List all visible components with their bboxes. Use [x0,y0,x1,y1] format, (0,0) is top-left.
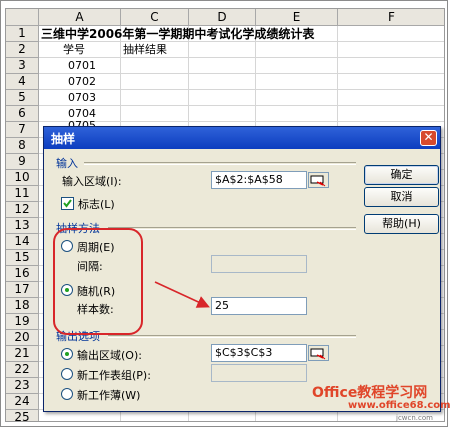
column-header-a[interactable]: A [39,9,121,26]
row-header[interactable]: 13 [6,218,39,234]
watermark: Office教程学习网 www.office68.com jcwcn.com [312,382,450,424]
sampling-separator [108,227,356,230]
row-header[interactable]: 4 [6,74,39,90]
close-icon: ✕ [423,130,434,144]
input-separator [84,162,356,165]
row-header[interactable]: 15 [6,250,39,266]
interval-field[interactable] [211,255,307,273]
close-button[interactable]: ✕ [420,130,437,146]
new-sheet-field[interactable] [211,364,307,382]
input-range-collapse-button[interactable] [308,172,329,188]
gridline-horizontal [39,57,444,58]
row-header[interactable]: 2 [6,42,39,58]
row-header[interactable]: 25 [6,410,39,421]
output-range-field[interactable]: $C$3$C$3 [211,344,307,362]
watermark-brand: Office教程学习网 [312,385,428,401]
dialog-titlebar[interactable]: 抽样 ✕ [44,127,440,149]
row-header[interactable]: 3 [6,58,39,74]
row-header[interactable]: 16 [6,266,39,282]
row-header[interactable]: 7 [6,122,39,138]
watermark-site: jcwcn.com [396,414,433,422]
gridline-horizontal [39,121,444,122]
select-all-corner[interactable] [6,9,39,26]
new-workbook-label: 新工作薄(W) [77,389,141,402]
sampling-dialog: 抽样 ✕ 输入 输入区域(I): $A$2:$A$58 标志(L) 抽样方法 周… [43,126,441,412]
new-sheet-radio[interactable] [61,368,73,380]
row-header[interactable]: 21 [6,346,39,362]
row-header[interactable]: 9 [6,154,39,170]
row-header[interactable]: 20 [6,330,39,346]
row-header[interactable]: 1 [6,26,39,42]
watermark-url: www.office68.com [348,400,450,411]
column-header-f[interactable]: F [338,9,444,26]
row-header[interactable]: 17 [6,282,39,298]
gridline-horizontal [39,105,444,106]
row-header[interactable]: 18 [6,298,39,314]
checkmark-icon [63,199,72,208]
new-sheet-label: 新工作表组(P): [77,369,151,382]
row-header[interactable]: 8 [6,138,39,154]
id-cell[interactable]: 0701 [68,58,96,74]
gridline-horizontal [39,73,444,74]
id-cell[interactable]: 0702 [68,74,96,90]
column-header-e[interactable]: E [256,9,338,26]
gridline-horizontal [39,89,444,90]
column-header-d[interactable]: D [189,9,256,26]
annotation-arrow-icon [154,281,210,308]
input-section-label: 输入 [56,157,78,170]
id-cell[interactable]: 0703 [68,90,96,106]
help-button[interactable]: 帮助(H) [364,214,439,234]
row-header[interactable]: 11 [6,186,39,202]
output-range-label: 输出区域(O): [77,349,142,362]
new-workbook-radio[interactable] [61,388,73,400]
row-header[interactable]: 12 [6,202,39,218]
row-header[interactable]: 10 [6,170,39,186]
input-range-label: 输入区域(I): [62,175,122,188]
collapse-dialog-icon [310,348,326,360]
input-range-field[interactable]: $A$2:$A$58 [211,171,307,189]
output-range-radio[interactable] [61,348,73,360]
labels-checkbox-label: 标志(L) [78,198,115,211]
row-header[interactable]: 6 [6,106,39,122]
row-header[interactable]: 24 [6,394,39,410]
collapse-dialog-icon [310,175,326,187]
row-header[interactable]: 19 [6,314,39,330]
highlight-oval [53,228,143,335]
output-separator [108,335,356,338]
cancel-button[interactable]: 取消 [364,187,439,207]
output-range-collapse-button[interactable] [308,345,329,361]
sheet-title-cell[interactable]: 三维中学2006年第一学期期中考试化学成绩统计表 [41,26,314,42]
row-header[interactable]: 14 [6,234,39,250]
sample-count-field[interactable]: 25 [211,297,307,315]
labels-checkbox[interactable] [61,197,74,210]
row-header[interactable]: 22 [6,362,39,378]
row-header[interactable]: 23 [6,378,39,394]
student-id-header-cell[interactable]: 学号 [63,42,85,58]
ok-button[interactable]: 确定 [364,165,439,185]
row-header[interactable]: 5 [6,90,39,106]
sample-result-header-cell[interactable]: 抽样结果 [123,42,167,58]
column-header-c[interactable]: C [121,9,189,26]
dialog-title: 抽样 [51,132,76,146]
